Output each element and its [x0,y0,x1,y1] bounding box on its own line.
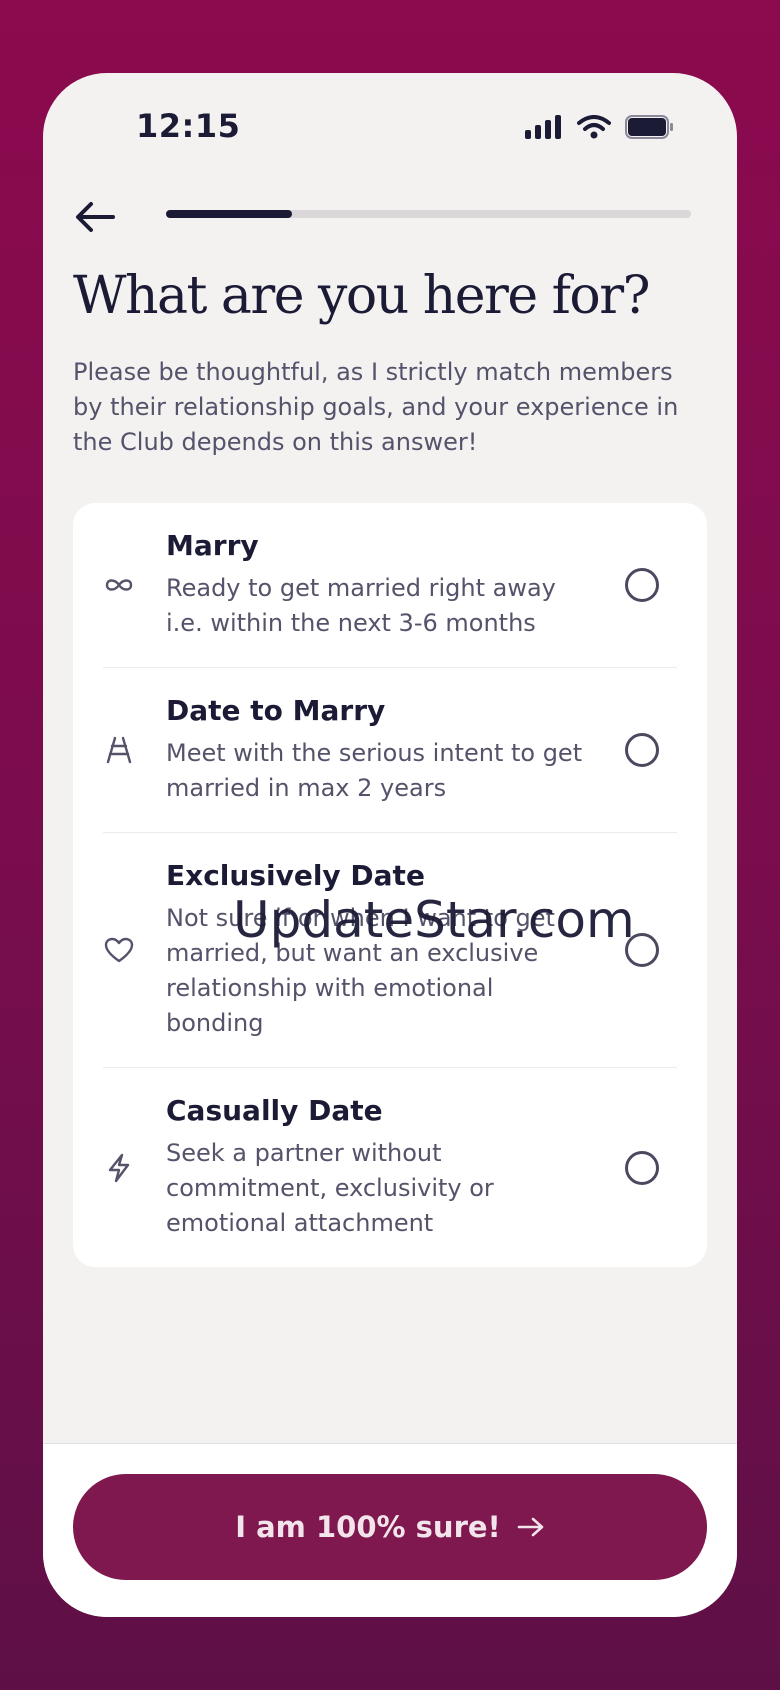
option-title: Date to Marry [166,694,386,727]
option-description: Ready to get married right away i.e. wit… [166,574,556,637]
option-title: Casually Date [166,1094,383,1127]
phone-screen: 12:15 What are you here for? Please be t… [43,73,737,1617]
ladder-icon [106,736,132,764]
option-description: Seek a partner without commitment, exclu… [166,1139,494,1237]
heart-icon [104,937,134,963]
footer: I am 100% sure! [43,1443,737,1617]
lightning-icon [108,1153,130,1182]
arrow-left-icon [76,202,115,232]
status-icons [525,115,675,139]
radio-button[interactable] [625,933,659,967]
status-bar: 12:15 [43,73,737,183]
progress-bar [166,210,691,218]
progress-fill [166,210,292,218]
options-list: Marry Ready to get married right away i.… [73,503,707,1267]
option-marry[interactable]: Marry Ready to get married right away i.… [103,503,677,668]
option-description: Meet with the serious intent to get marr… [166,739,583,802]
radio-button[interactable] [625,1150,659,1185]
signal-icon [525,115,561,139]
page-title: What are you here for? [73,266,650,326]
back-button[interactable] [73,197,117,237]
option-casually-date[interactable]: Casually Date Seek a partner without com… [103,1068,677,1267]
infinity-icon [105,579,133,591]
option-description: Not sure if or when I want to get marrie… [166,904,555,1037]
wifi-icon [577,115,611,139]
radio-button[interactable] [625,733,659,767]
page-subtitle: Please be thoughtful, as I strictly matc… [73,358,679,456]
option-exclusively-date[interactable]: Exclusively Date Not sure if or when I w… [103,833,677,1068]
arrow-right-icon [517,1517,544,1537]
status-time: 12:15 [136,107,241,145]
radio-button[interactable] [625,568,659,602]
option-title: Exclusively Date [166,859,425,892]
confirm-button-label: I am 100% sure! [235,1510,501,1544]
battery-icon [625,115,673,139]
option-title: Marry [166,529,259,562]
confirm-button[interactable]: I am 100% sure! [73,1474,707,1580]
option-date-to-marry[interactable]: Date to Marry Meet with the serious inte… [103,668,677,833]
